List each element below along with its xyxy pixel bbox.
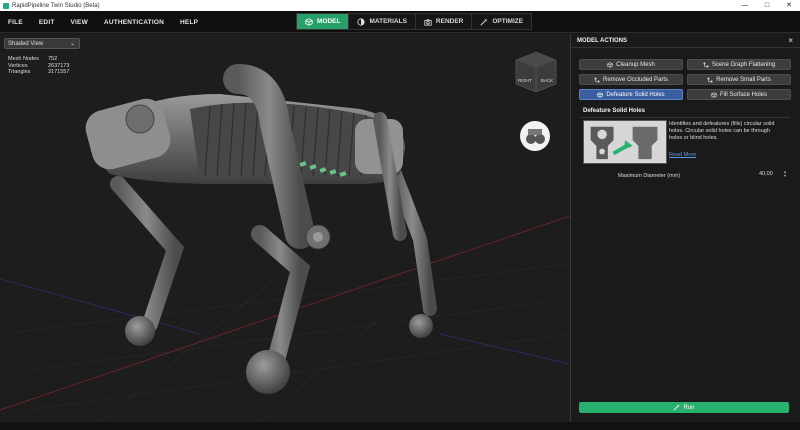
tab-render-label: RENDER xyxy=(435,18,464,25)
action-label: Fill Surface Holes xyxy=(719,91,767,98)
max-diameter-stepper[interactable]: ▲ ▼ xyxy=(783,170,787,178)
hierarchy-icon xyxy=(594,77,600,82)
hierarchy-icon xyxy=(703,62,709,67)
tab-render[interactable]: RENDER xyxy=(416,14,473,29)
action-label: Remove Small Parts xyxy=(716,76,771,83)
run-label: Run xyxy=(683,404,695,411)
magic-wand-icon xyxy=(673,404,681,411)
remove-occluded-parts-button[interactable]: Remove Occluded Parts xyxy=(579,74,683,85)
model-actions-panel: MODEL ACTIONS × Cleanup Mesh Scene Graph… xyxy=(570,34,800,422)
max-diameter-label: Maximum Diameter (mm) xyxy=(618,173,681,179)
navigation-cube[interactable]: RIGHT BACK xyxy=(514,50,558,94)
cube-icon xyxy=(607,61,613,68)
3d-viewport[interactable]: Shaded View ⌄ Mesh Nodes 752 Vertices 2637… xyxy=(0,34,570,422)
robot-dog-model[interactable] xyxy=(0,34,570,422)
panel-header: MODEL ACTIONS × xyxy=(571,34,800,48)
run-button[interactable]: Run xyxy=(579,402,789,413)
stat-label: Triangles xyxy=(8,69,31,75)
orbit-ball-icon[interactable] xyxy=(519,120,551,152)
app-icon xyxy=(3,2,9,9)
tab-optimize-label: OPTIMIZE xyxy=(492,18,524,25)
stat-row: Triangles 3171557 xyxy=(8,69,69,76)
menu-help[interactable]: HELP xyxy=(172,19,206,26)
cube-icon xyxy=(305,17,313,26)
camera-icon xyxy=(424,18,432,26)
tab-materials-label: MATERIALS xyxy=(369,18,407,25)
chevron-down-icon: ⌄ xyxy=(69,41,75,47)
hierarchy-icon xyxy=(707,77,713,82)
section-title: Defeature Solid Holes xyxy=(583,108,646,114)
tab-model-label: MODEL xyxy=(317,18,341,25)
tab-optimize[interactable]: OPTIMIZE xyxy=(472,14,531,29)
window-controls: — □ ✕ xyxy=(734,0,800,11)
scene-graph-flattening-button[interactable]: Scene Graph Flattening xyxy=(687,59,791,70)
mode-tabs: MODEL MATERIALS RENDER OPTIMIZE xyxy=(296,13,533,30)
model-stats: Mesh Nodes 752 Vertices 2637173 Triangles 3… xyxy=(8,56,69,76)
title-bar: RapidPipeline Twin Studio (Beta) — □ ✕ xyxy=(0,0,800,11)
palette-icon xyxy=(357,17,366,26)
remove-small-parts-button[interactable]: Remove Small Parts xyxy=(687,74,791,85)
view-mode-value: Shaded View xyxy=(8,41,44,47)
magic-wand-icon xyxy=(480,17,488,26)
cube-icon xyxy=(711,91,717,98)
menu-bar: FILE EDIT VIEW AUTHENTICATION HELP MODEL… xyxy=(0,11,800,33)
menu-edit[interactable]: EDIT xyxy=(31,19,63,26)
minimize-icon[interactable]: — xyxy=(734,0,756,11)
maximize-icon[interactable]: □ xyxy=(756,0,778,11)
read-more-link[interactable]: Read More xyxy=(669,152,696,158)
stat-value: 3171557 xyxy=(48,69,70,75)
action-label: Cleanup Mesh xyxy=(616,61,655,68)
bottom-bar xyxy=(0,422,800,430)
view-mode-dropdown[interactable]: Shaded View ⌄ xyxy=(4,38,80,49)
action-label: Scene Graph Flattening xyxy=(711,61,776,68)
navcube-right-face[interactable]: RIGHT xyxy=(518,78,532,83)
action-label: Remove Occluded Parts xyxy=(602,76,669,83)
defeature-solid-holes-button[interactable]: Defeature Solid Holes xyxy=(579,89,683,100)
cleanup-mesh-button[interactable]: Cleanup Mesh xyxy=(579,59,683,70)
actions-grid: Cleanup Mesh Scene Graph Flattening Remo… xyxy=(579,59,791,100)
tab-materials[interactable]: MATERIALS xyxy=(349,14,416,29)
navcube-back-face[interactable]: BACK xyxy=(541,78,553,83)
window-title: RapidPipeline Twin Studio (Beta) xyxy=(12,2,100,9)
close-window-icon[interactable]: ✕ xyxy=(778,0,800,11)
tab-model[interactable]: MODEL xyxy=(297,14,350,29)
defeature-preview-image xyxy=(583,120,667,164)
divider xyxy=(579,117,790,118)
menu-authentication[interactable]: AUTHENTICATION xyxy=(96,19,172,26)
main-menu: FILE EDIT VIEW AUTHENTICATION HELP xyxy=(0,11,206,33)
max-diameter-input[interactable]: 40,00 xyxy=(759,171,773,177)
close-panel-icon[interactable]: × xyxy=(788,36,793,45)
section-description: Identifies and defeatures (fills) circul… xyxy=(669,121,775,141)
menu-view[interactable]: VIEW xyxy=(63,19,96,26)
panel-title: MODEL ACTIONS xyxy=(577,37,628,44)
menu-file[interactable]: FILE xyxy=(0,19,31,26)
fill-surface-holes-button[interactable]: Fill Surface Holes xyxy=(687,89,791,100)
action-label: Defeature Solid Holes xyxy=(606,91,665,98)
cube-icon xyxy=(597,91,604,98)
